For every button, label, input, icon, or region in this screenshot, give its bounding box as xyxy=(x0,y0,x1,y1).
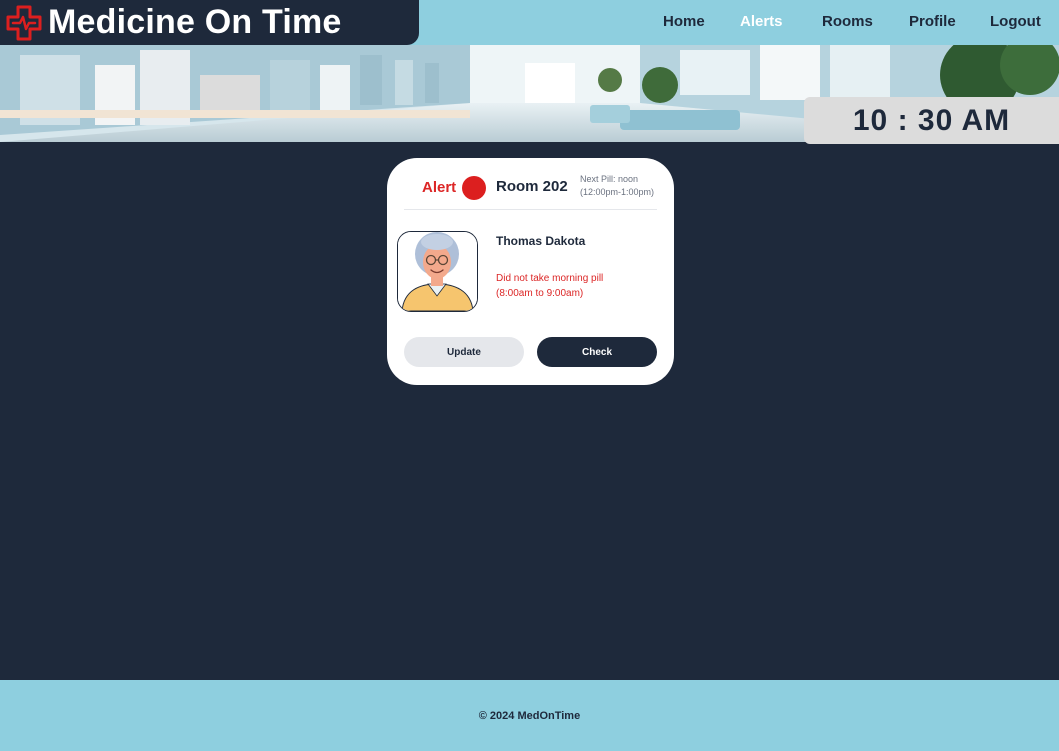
alert-card: Alert Room 202 Next Pill: noon (12:00pm-… xyxy=(387,158,674,385)
medical-cross-icon xyxy=(6,5,42,40)
patient-avatar xyxy=(397,231,478,312)
alert-status-dot xyxy=(462,176,486,200)
clock-time: 10 : 30 AM xyxy=(852,103,1011,137)
check-button[interactable]: Check xyxy=(537,337,657,367)
next-pill-window: (12:00pm-1:00pm) xyxy=(580,187,655,197)
app-title: Medicine On Time xyxy=(48,3,342,41)
nav-alerts[interactable]: Alerts xyxy=(740,13,783,30)
top-navbar: Medicine On Time Home Alerts Rooms Profi… xyxy=(0,0,1059,45)
alert-message: Did not take morning pill (8:00am to 9:0… xyxy=(496,271,603,301)
nav-logout[interactable]: Logout xyxy=(990,13,1041,30)
next-pill-info: Next Pill: noon (12:00pm-1:00pm) xyxy=(580,173,654,199)
next-pill-time: Next Pill: noon xyxy=(580,174,639,184)
copyright-text: © 2024 MedOnTime xyxy=(478,709,581,722)
alert-message-window: (8:00am to 9:00am) xyxy=(496,288,584,299)
brand[interactable]: Medicine On Time xyxy=(0,0,419,45)
alert-status-label: Alert xyxy=(422,179,457,196)
alert-message-text: Did not take morning pill xyxy=(496,273,604,284)
patient-name: Thomas Dakota xyxy=(496,234,586,248)
nav-rooms[interactable]: Rooms xyxy=(822,13,873,30)
nav-profile[interactable]: Profile xyxy=(909,13,956,30)
clock-display: 10 : 30 AM xyxy=(804,97,1059,144)
room-number: Room 202 xyxy=(496,178,568,195)
nav-home[interactable]: Home xyxy=(663,13,705,30)
update-button[interactable]: Update xyxy=(404,337,524,367)
card-divider xyxy=(404,209,657,210)
footer: © 2024 MedOnTime xyxy=(0,680,1059,751)
